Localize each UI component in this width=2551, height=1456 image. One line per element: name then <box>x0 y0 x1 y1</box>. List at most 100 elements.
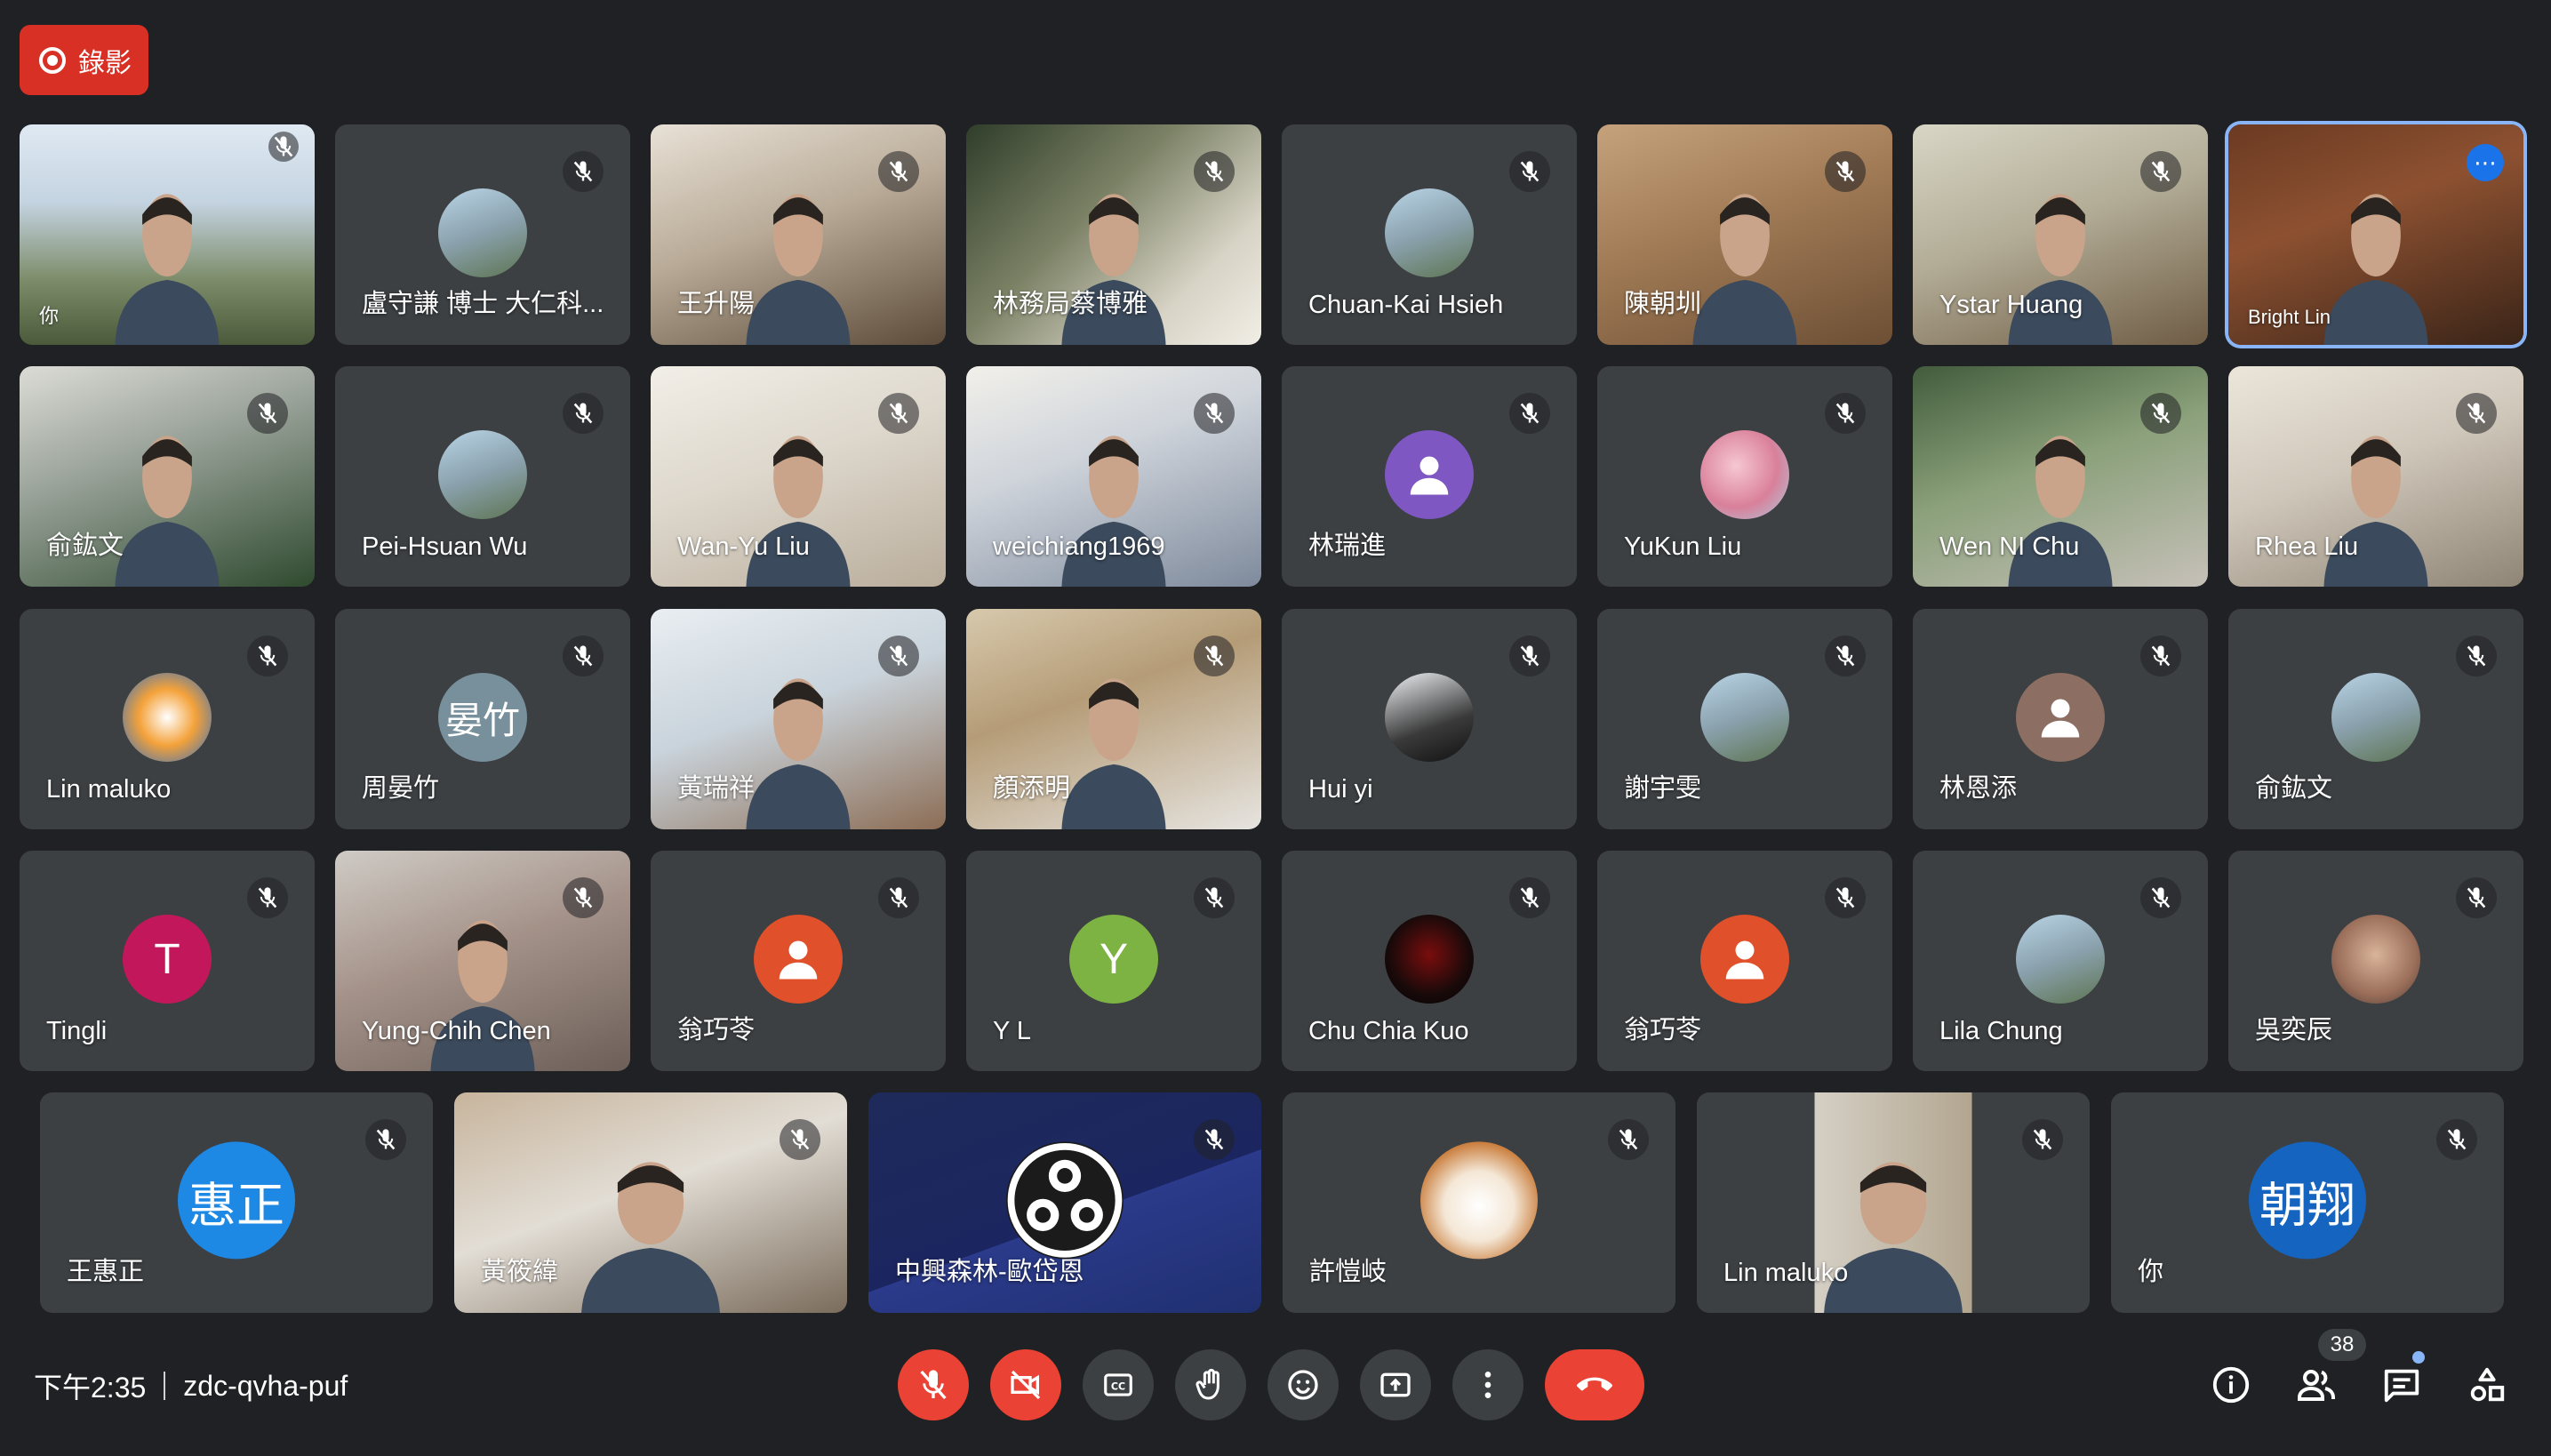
meeting-info-button[interactable] <box>2203 1356 2259 1413</box>
participant-tile[interactable]: 晏竹周晏竹 <box>335 609 630 829</box>
mic-muted-icon <box>2436 1119 2477 1160</box>
participant-tile[interactable]: 黃筱緯 <box>454 1092 847 1313</box>
activities-button[interactable] <box>2459 1356 2515 1413</box>
participant-tile[interactable]: 盧守謙 博士 大仁科... <box>335 124 630 345</box>
participant-tile[interactable]: Rhea Liu <box>2228 366 2523 587</box>
participant-tile[interactable]: 俞鈜文 <box>20 366 315 587</box>
profile-photo <box>1385 915 1474 1004</box>
participant-tile[interactable]: 惠正 王惠正 <box>40 1092 433 1313</box>
participant-name: 許愷岐 <box>1309 1258 1387 1286</box>
participant-name: 俞鈜文 <box>2255 774 2333 803</box>
more-options-button[interactable] <box>1452 1349 1523 1420</box>
mic-muted-icon <box>563 877 604 918</box>
people-button[interactable] <box>2288 1356 2345 1413</box>
participant-name: 翁巧苓 <box>677 1016 756 1044</box>
camera-toggle-button[interactable] <box>990 1349 1061 1420</box>
chat-button[interactable] <box>2373 1356 2430 1413</box>
mic-muted-icon <box>1608 1119 1649 1160</box>
participant-name: 王升陽 <box>677 290 756 318</box>
participant-tile[interactable]: Pei-Hsuan Wu <box>335 366 630 587</box>
participant-tile[interactable]: 顏添明 <box>966 609 1261 829</box>
participant-tile[interactable]: 中興森林-歐岱恩 <box>868 1092 1261 1313</box>
mic-muted-icon <box>1825 636 1866 676</box>
participant-tile[interactable]: 黃瑞祥 <box>651 609 946 829</box>
participant-tile[interactable]: Chu Chia Kuo <box>1282 851 1577 1071</box>
participant-tile[interactable]: 吳奕辰 <box>2228 851 2523 1071</box>
participant-name: Wan-Yu Liu <box>677 532 810 561</box>
mic-muted-icon <box>1194 1119 1235 1160</box>
participant-tile[interactable]: Bright Lin ⋯ <box>2228 124 2523 345</box>
participant-tile[interactable]: Lin maluko <box>20 609 315 829</box>
profile-photo <box>1420 1141 1538 1260</box>
svg-text:CC: CC <box>1111 1381 1125 1393</box>
participant-name: 謝宇雯 <box>1624 774 1702 803</box>
participant-tile[interactable]: weichiang1969 <box>966 366 1261 587</box>
mic-toggle-button[interactable] <box>898 1349 969 1420</box>
captions-button[interactable]: CC <box>1083 1349 1154 1420</box>
people-icon <box>2298 1370 2335 1401</box>
leave-call-button[interactable] <box>1545 1349 1644 1420</box>
participant-tile[interactable]: Yung-Chih Chen <box>335 851 630 1071</box>
profile-photo <box>1385 673 1474 762</box>
profile-photo <box>2331 673 2420 762</box>
participant-name: 林務局蔡博雅 <box>993 290 1148 318</box>
profile-photo <box>1700 430 1789 519</box>
participant-tile[interactable]: Chuan-Kai Hsieh <box>1282 124 1577 345</box>
participant-tile[interactable]: 俞鈜文 <box>2228 609 2523 829</box>
mic-muted-icon <box>563 151 604 192</box>
participant-name: YuKun Liu <box>1624 532 1742 561</box>
participant-tile[interactable]: Lila Chung <box>1913 851 2208 1071</box>
initials-avatar: T <box>123 915 212 1004</box>
mic-muted-icon <box>780 1119 820 1160</box>
participant-tile[interactable]: 陳朝圳 <box>1597 124 1892 345</box>
end-call-icon <box>1577 1377 1612 1391</box>
present-button[interactable] <box>1360 1349 1431 1420</box>
recording-badge[interactable]: 錄影 <box>20 25 148 95</box>
participant-name: 周晏竹 <box>362 774 440 803</box>
participant-tile[interactable]: 翁巧苓 <box>1597 851 1892 1071</box>
participant-tile[interactable]: 林務局蔡博雅 <box>966 124 1261 345</box>
chat-icon <box>2384 1369 2419 1403</box>
participant-tile[interactable]: Y Y L <box>966 851 1261 1071</box>
participant-tile[interactable]: Hui yi <box>1282 609 1577 829</box>
participant-tile[interactable]: 謝宇雯 <box>1597 609 1892 829</box>
mic-muted-icon <box>563 393 604 434</box>
person-silhouette <box>1683 173 1806 345</box>
default-avatar-icon <box>754 915 843 1004</box>
participant-tile[interactable]: Lin maluko <box>1697 1092 2090 1313</box>
recording-label: 錄影 <box>78 48 132 78</box>
participant-tile[interactable]: 王升陽 <box>651 124 946 345</box>
participant-tile[interactable]: 你 <box>20 124 315 345</box>
mic-muted-icon <box>2140 877 2181 918</box>
participant-tile[interactable]: Wen NI Chu <box>1913 366 2208 587</box>
raise-hand-button[interactable] <box>1175 1349 1246 1420</box>
participant-tile[interactable]: Ystar Huang <box>1913 124 2208 345</box>
initials-avatar: Y <box>1069 915 1158 1004</box>
participant-tile[interactable]: 許愷岐 <box>1283 1092 1675 1313</box>
participant-tile[interactable]: 翁巧苓 <box>651 851 946 1071</box>
participant-name: 顏添明 <box>993 774 1071 803</box>
chat-unread-dot <box>2412 1351 2425 1364</box>
mic-muted-icon <box>878 636 919 676</box>
participant-tile[interactable]: 朝翔你 <box>2111 1092 2504 1313</box>
participant-tile[interactable]: 林瑞進 <box>1282 366 1577 587</box>
meeting-code[interactable]: zdc-qvha-puf <box>183 1370 348 1403</box>
participant-tile[interactable]: YuKun Liu <box>1597 366 1892 587</box>
mic-muted-icon <box>2456 877 2497 918</box>
record-icon <box>39 46 66 74</box>
profile-photo <box>123 673 212 762</box>
meeting-details: 下午2:35 zdc-qvha-puf <box>34 1365 348 1406</box>
mic-muted-icon <box>1194 393 1235 434</box>
participant-name: Rhea Liu <box>2255 532 2359 561</box>
participant-tile[interactable]: 林恩添 <box>1913 609 2208 829</box>
participant-name: Chu Chia Kuo <box>1308 1017 1469 1045</box>
profile-photo <box>438 430 527 519</box>
participant-tile[interactable]: T Tingli <box>20 851 315 1071</box>
mic-muted-icon <box>878 877 919 918</box>
more-options-icon[interactable]: ⋯ <box>2467 144 2504 181</box>
participant-tile[interactable]: Wan-Yu Liu <box>651 366 946 587</box>
initials-avatar: 晏竹 <box>438 673 527 762</box>
camera-off-icon <box>1011 1370 1041 1400</box>
default-avatar-icon <box>1385 430 1474 519</box>
reactions-button[interactable] <box>1268 1349 1339 1420</box>
